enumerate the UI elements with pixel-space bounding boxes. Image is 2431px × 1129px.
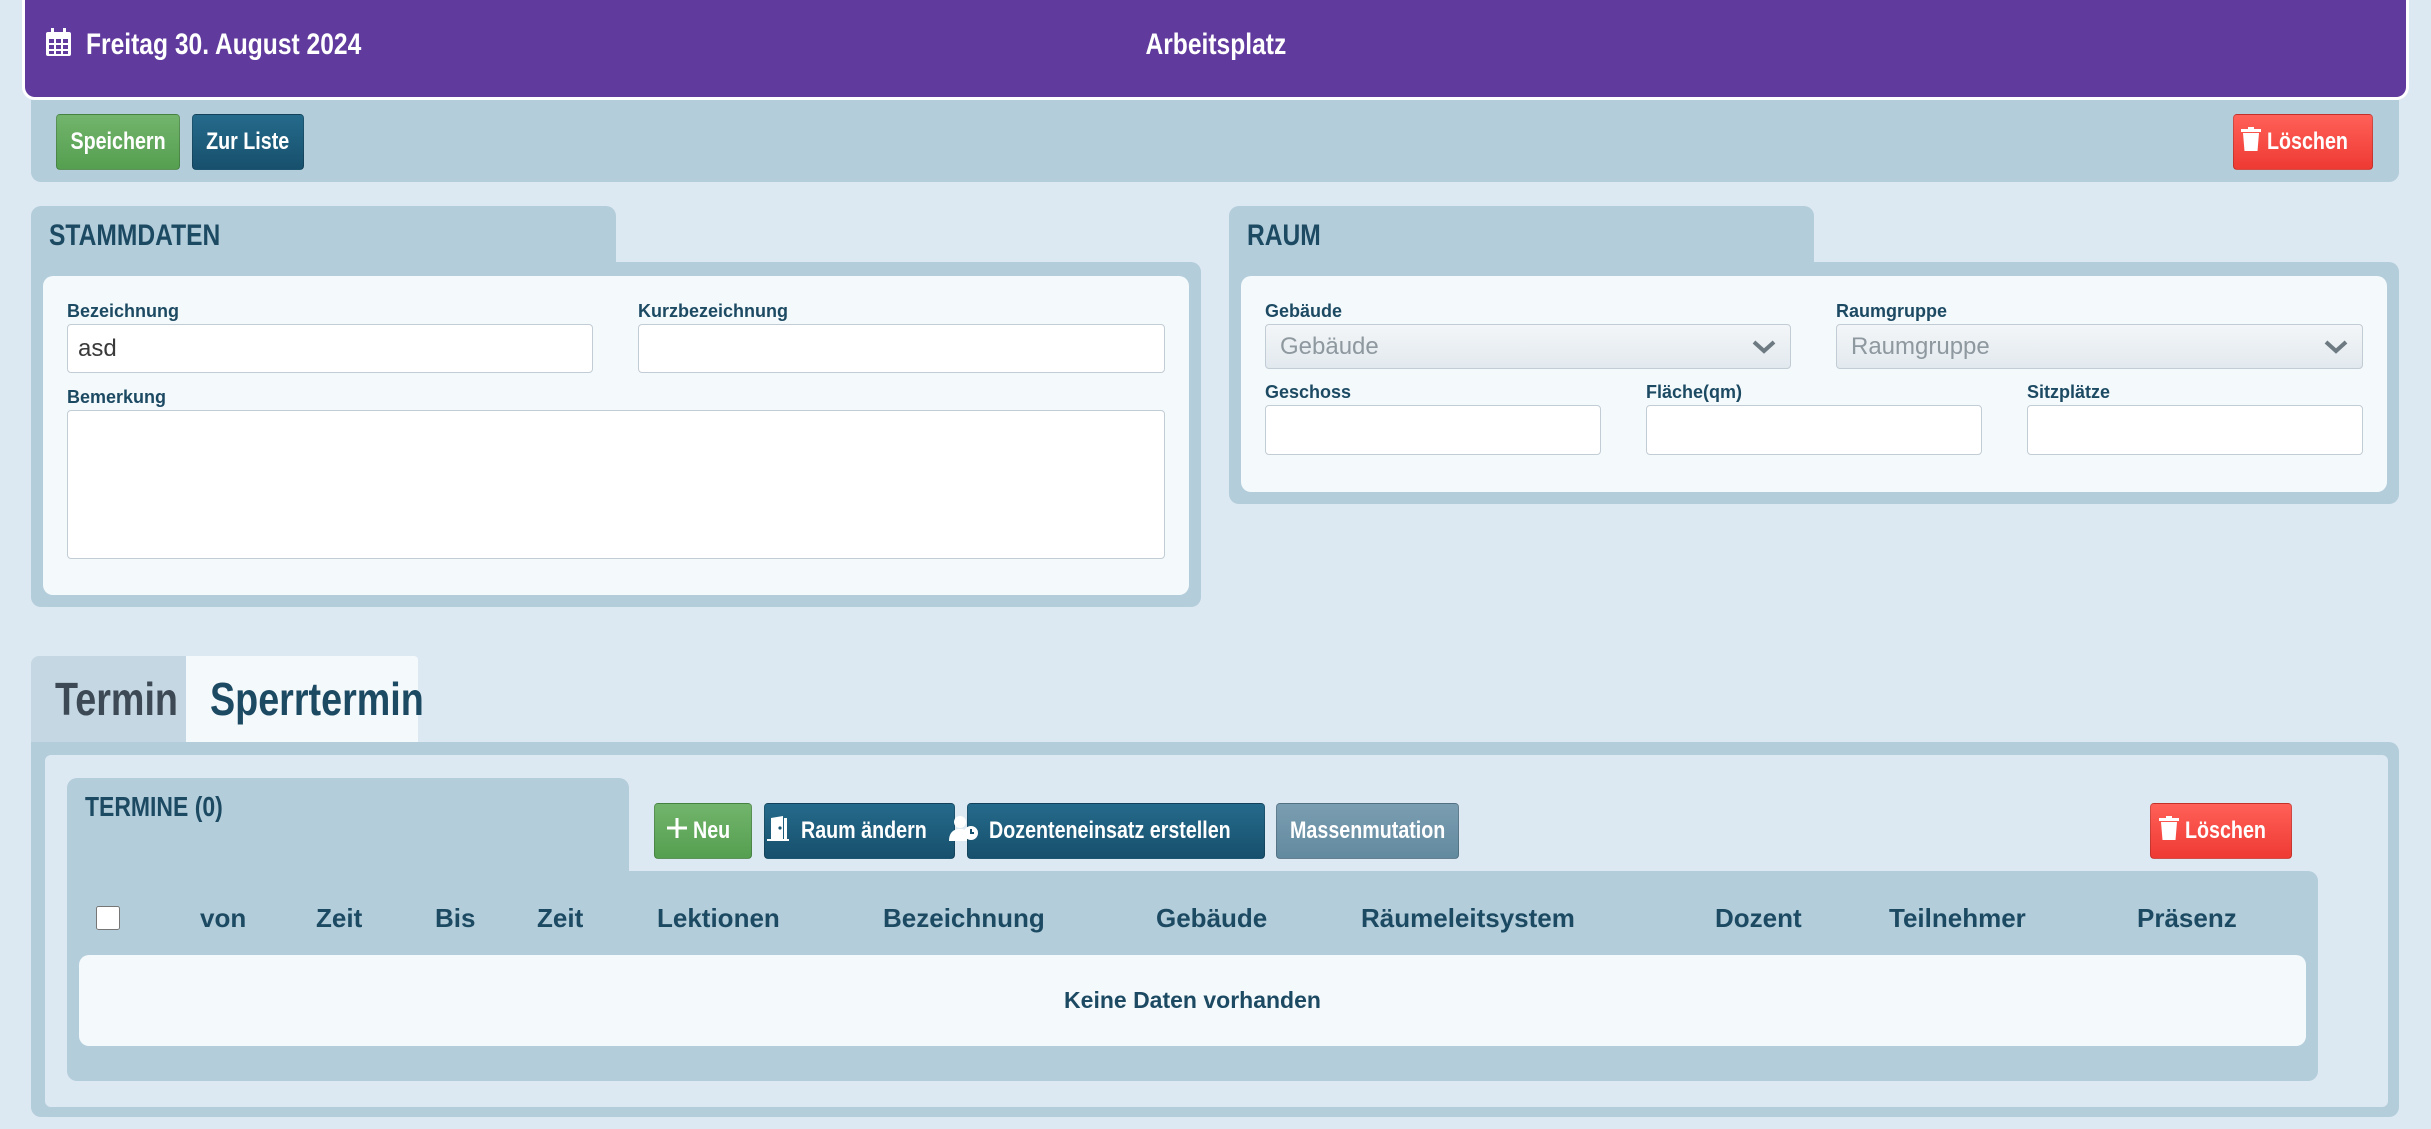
bezeichnung-label: Bezeichnung <box>67 301 180 321</box>
col-zeit-bis[interactable]: Zeit <box>537 903 583 934</box>
col-zeit-von[interactable]: Zeit <box>316 903 362 934</box>
geschoss-input[interactable] <box>1265 405 1601 455</box>
action-bar <box>31 100 2399 182</box>
raumgruppe-select[interactable]: Raumgruppe <box>1836 324 2363 369</box>
door-icon <box>765 815 791 848</box>
gebaeude-label: Gebäude <box>1265 301 1343 321</box>
chevron-down-icon <box>2324 333 2348 361</box>
geschoss-label: Geschoss <box>1265 382 1352 402</box>
col-bezeichnung[interactable]: Bezeichnung <box>883 903 1045 934</box>
sitzplaetze-label: Sitzplätze <box>2027 382 2111 402</box>
kurzbezeichnung-label: Kurzbezeichnung <box>638 301 789 321</box>
col-praesenz[interactable]: Präsenz <box>2137 903 2237 934</box>
raum-aendern-button[interactable]: Raum ändern <box>764 803 955 859</box>
col-raeumeleitsystem[interactable]: Räumeleitsystem <box>1361 903 1575 934</box>
sitzplaetze-input[interactable] <box>2027 405 2363 455</box>
col-bis[interactable]: Bis <box>435 903 475 934</box>
col-lektionen[interactable]: Lektionen <box>657 903 780 934</box>
to-list-button[interactable]: Zur Liste <box>192 114 304 170</box>
empty-row: Keine Daten vorhanden <box>79 955 2306 1046</box>
raumgruppe-label: Raumgruppe <box>1836 301 1948 321</box>
col-gebaeude[interactable]: Gebäude <box>1156 903 1267 934</box>
trash-icon <box>2158 815 2179 847</box>
bezeichnung-input[interactable] <box>67 324 593 373</box>
col-dozent[interactable]: Dozent <box>1715 903 1802 934</box>
tab-sperrtermin[interactable]: Sperrtermin <box>186 656 424 742</box>
flaeche-label: Fläche(qm) <box>1646 382 1743 402</box>
tab-termin[interactable]: Termin <box>31 656 186 742</box>
kurzbezeichnung-input[interactable] <box>638 324 1165 373</box>
empty-text: Keine Daten vorhanden <box>1064 987 1321 1013</box>
flaeche-input[interactable] <box>1646 405 1982 455</box>
chevron-down-icon <box>1752 333 1776 361</box>
dozenteneinsatz-button[interactable]: Dozenteneinsatz erstellen <box>948 803 1265 859</box>
top-header: Freitag 30. August 2024 Arbeitsplatz <box>25 0 2406 97</box>
termine-delete-button[interactable]: Löschen <box>2150 803 2292 859</box>
termine-header: TERMINE (0) <box>67 778 629 873</box>
select-all-checkbox[interactable] <box>96 906 120 930</box>
page-title: Arbeitsplatz <box>1145 28 1286 61</box>
plus-icon <box>667 817 688 845</box>
bemerkung-label: Bemerkung <box>67 387 167 407</box>
bemerkung-textarea[interactable] <box>67 410 1165 559</box>
save-button[interactable]: Speichern <box>56 114 180 170</box>
gebaeude-select[interactable]: Gebäude <box>1265 324 1791 369</box>
raum-form <box>1241 276 2387 492</box>
user-clock-icon <box>948 815 979 848</box>
col-teilnehmer[interactable]: Teilnehmer <box>1889 903 2026 934</box>
new-button[interactable]: Neu <box>654 803 752 859</box>
col-von[interactable]: von <box>200 903 246 934</box>
massenmutation-button[interactable]: Massenmutation <box>1276 803 1459 859</box>
delete-button[interactable]: Löschen <box>2233 114 2373 170</box>
trash-icon <box>2240 126 2261 158</box>
